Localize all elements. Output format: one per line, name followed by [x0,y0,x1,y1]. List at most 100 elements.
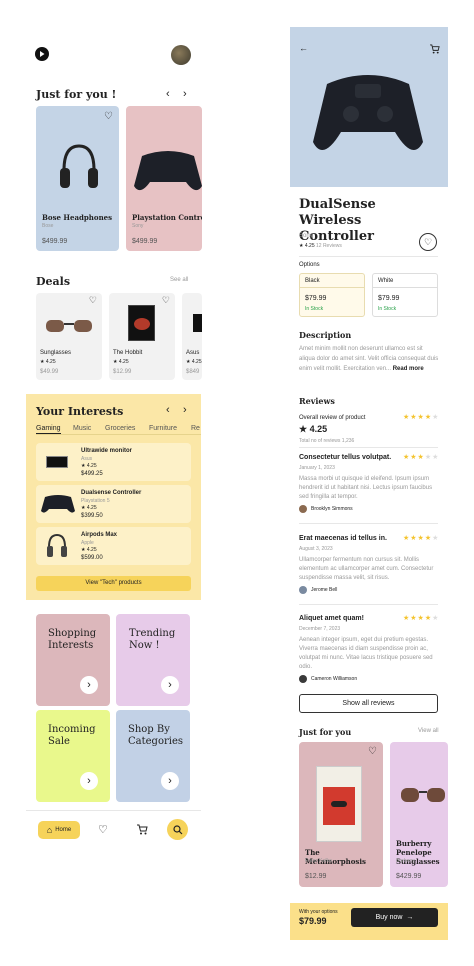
jfy-card[interactable]: ♡ Bose Headphones Bose $499.99 [36,106,119,251]
arrow-right-icon[interactable]: › [161,772,179,790]
nav-cart-icon[interactable] [137,824,148,835]
nav-search-button[interactable] [167,819,188,840]
tile-shopping-interests[interactable]: Shopping Interests › [36,614,110,706]
view-all-link[interactable]: View all [418,728,439,734]
jfy-card[interactable]: Burberry Penelope Sunglasses Burberry $4… [390,742,448,887]
review-author: Cameron Williamson [311,676,358,682]
deals-see-all[interactable]: See all [170,277,188,283]
view-tech-button[interactable]: View "Tech" products [36,576,191,591]
description-title: Description [299,330,352,340]
option-color: Black [300,274,364,288]
interest-item[interactable]: Ultrawide monitor Asus ★ 4.25 $499.25 [36,443,191,481]
tab-groceries[interactable]: Groceries [105,425,135,432]
logo-icon [35,47,49,61]
review-date: December 7, 2023 [299,626,341,632]
headphones-image [46,533,68,564]
prev-arrow-icon[interactable]: ‹ [166,404,170,416]
tab-more[interactable]: Re [191,425,201,432]
arrow-right-icon[interactable]: › [161,676,179,694]
nav-home[interactable]: ⌂ Home [38,821,80,839]
interest-brand: Apple [81,540,94,546]
tile-label: Shopping Interests [48,628,97,651]
product-price: $499.99 [42,238,68,245]
headphones-image [58,142,100,199]
review-avatar [299,586,307,594]
review-title: Consectetur tellus volutpat. [299,454,392,461]
nav-home-label: Home [55,827,72,833]
home-icon: ⌂ [46,825,53,835]
overall-label: Overall review of product [299,415,366,421]
jfy-title: Just for you ! [36,88,117,101]
jfy-card[interactable]: ♡ The Metamorphosis Franz Kafka $12.99 [299,742,383,887]
interest-brand: Asus [81,456,93,462]
interest-price: $499.25 [81,471,103,477]
tile-incoming-sale[interactable]: Incoming Sale › [36,710,110,802]
search-icon [172,824,182,834]
show-all-reviews-button[interactable]: Show all reviews [299,694,438,713]
arrow-right-icon: → [406,914,414,921]
interest-item[interactable]: Airpods Max Apple ★ 4.25 $599.00 [36,527,191,565]
jfy-card[interactable]: Playstation Controller Sony $499.99 [126,106,202,251]
interest-rating: ★ 4.25 [81,463,97,469]
review-date: January 1, 2023 [299,465,335,471]
deal-card[interactable]: Asus ★ 4.25 $849 [182,293,202,380]
tab-gaming[interactable]: Gaming [36,425,61,434]
divider [299,256,438,257]
nav-heart-icon[interactable]: ♡ [98,823,108,836]
tile-trending[interactable]: Trending Now ! › [116,614,190,706]
back-arrow-icon[interactable]: ← [299,43,308,53]
product-rating-value: 4.25 [304,243,315,249]
total-price: $79.99 [299,916,327,926]
review-text: Ullamcorper fermentum non cursus sit. Mo… [299,557,434,581]
heart-icon[interactable]: ♡ [89,295,97,306]
deal-card[interactable]: ♡ The Hobbit ★ 4.25 $12.99 [109,293,175,380]
favorite-button[interactable]: ♡ [419,233,437,251]
interest-brand: Playstation 5 [81,498,110,504]
deal-rating-value: 4.25 [118,359,129,365]
interest-name: Airpods Max [81,532,118,538]
interest-item[interactable]: Dualsense Controller Playstation 5 ★ 4.2… [36,485,191,523]
controller-image [41,493,75,520]
sunglasses-image [400,786,448,811]
deal-rating-value: 4.25 [45,359,56,365]
jfy-title: Just for you [299,727,352,737]
buy-now-button[interactable]: Buy now → [351,908,438,927]
interest-name: Ultrawide monitor [81,448,133,454]
read-more-link[interactable]: Read more [393,366,424,372]
interest-rating-value: 4.25 [86,505,97,511]
option-white[interactable]: White $79.99 In Stock [372,273,438,317]
next-arrow-icon[interactable]: › [183,404,187,416]
cart-icon[interactable] [430,44,440,54]
option-color: White [373,274,437,288]
review-text: Aenean integer ipsum, eget dui pretium e… [299,637,433,670]
option-black[interactable]: Black $79.99 In Stock [299,273,365,317]
interest-rating: ★ 4.25 [81,505,97,511]
monitor-image [193,314,202,332]
product-rating: ★ 4.25 12 Reviews [299,243,342,249]
interest-rating: ★ 4.25 [81,547,97,553]
deal-card[interactable]: ♡ Sunglasses ★ 4.25 $49.99 [36,293,102,380]
heart-icon[interactable]: ♡ [104,111,113,122]
reviews-title: Reviews [299,396,335,406]
product-price: $499.99 [132,238,158,245]
arrow-right-icon[interactable]: › [80,676,98,694]
heart-icon[interactable]: ♡ [368,746,377,757]
tab-music[interactable]: Music [73,425,91,432]
next-arrow-icon[interactable]: › [183,88,187,100]
option-price: $79.99 [378,295,400,302]
interest-tabs [36,434,201,435]
heart-icon[interactable]: ♡ [162,295,170,306]
product-brand: Sony [132,223,144,229]
prev-arrow-icon[interactable]: ‹ [166,88,170,100]
interest-name: Dualsense Controller [81,490,142,496]
tile-shop-by-categories[interactable]: Shop By Categories › [116,710,190,802]
tile-label: Incoming Sale [48,724,96,747]
arrow-right-icon[interactable]: › [80,772,98,790]
tab-furniture[interactable]: Furniture [149,425,177,432]
deals-title: Deals [36,275,71,288]
product-brand: Franz Kafka [305,858,332,864]
avatar[interactable] [171,45,191,65]
book-cover-image [128,305,155,341]
nav-divider [26,810,201,811]
deal-rating: ★ 4.25 [40,359,56,365]
